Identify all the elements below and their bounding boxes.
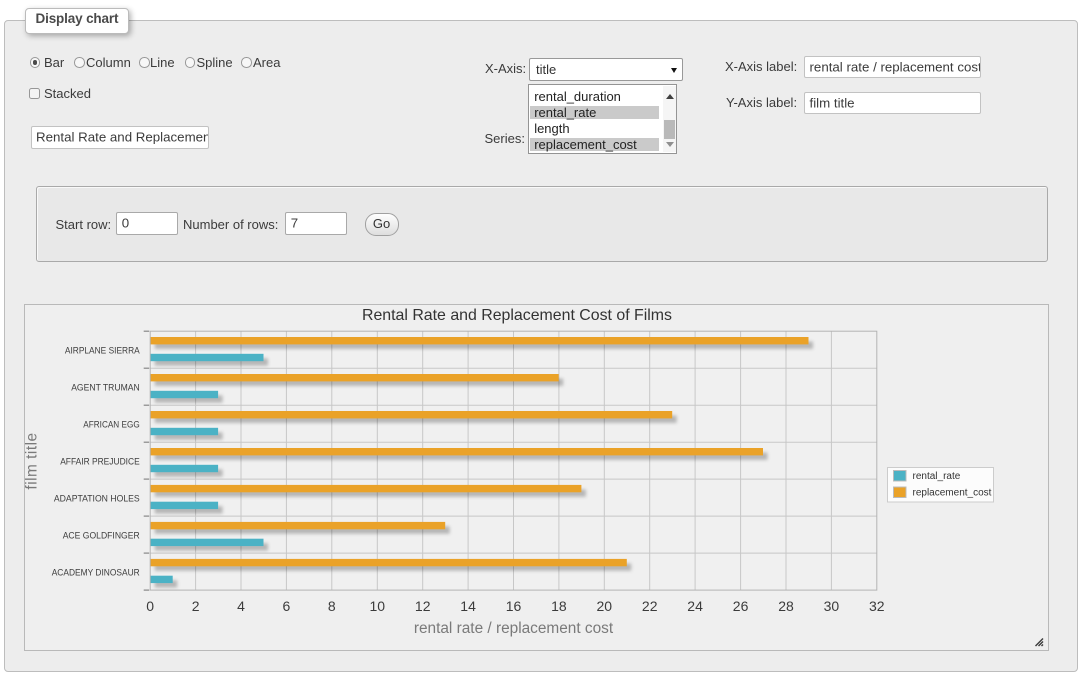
svg-text:AGENT TRUMAN: AGENT TRUMAN	[71, 383, 140, 394]
svg-text:18: 18	[551, 598, 567, 614]
svg-text:6: 6	[283, 598, 291, 614]
svg-text:film title: film title	[25, 432, 41, 489]
svg-text:ACADEMY DINOSAUR: ACADEMY DINOSAUR	[52, 567, 140, 578]
svg-text:10: 10	[370, 598, 386, 614]
svg-text:30: 30	[824, 598, 840, 614]
svg-text:AFFAIR PREJUDICE: AFFAIR PREJUDICE	[60, 456, 140, 467]
svg-text:24: 24	[687, 598, 703, 614]
svg-text:Rental Rate and Replacement Co: Rental Rate and Replacement Cost of Film…	[362, 307, 672, 324]
svg-text:8: 8	[328, 598, 336, 614]
svg-text:ADAPTATION HOLES: ADAPTATION HOLES	[54, 493, 140, 504]
svg-text:22: 22	[642, 598, 658, 614]
svg-text:replacement_cost: replacement_cost	[913, 488, 992, 499]
svg-text:AFRICAN EGG: AFRICAN EGG	[83, 420, 139, 431]
svg-text:28: 28	[778, 598, 794, 614]
svg-text:0: 0	[146, 598, 154, 614]
svg-text:20: 20	[597, 598, 613, 614]
svg-text:ACE GOLDFINGER: ACE GOLDFINGER	[63, 530, 140, 541]
svg-text:2: 2	[192, 598, 200, 614]
svg-text:rental_rate: rental_rate	[913, 471, 961, 482]
svg-text:4: 4	[237, 598, 245, 614]
svg-text:32: 32	[869, 598, 885, 614]
svg-text:AIRPLANE SIERRA: AIRPLANE SIERRA	[65, 346, 140, 357]
svg-text:16: 16	[506, 598, 522, 614]
svg-text:26: 26	[733, 598, 749, 614]
svg-text:rental rate / replacement cost: rental rate / replacement cost	[414, 620, 614, 637]
svg-text:12: 12	[415, 598, 431, 614]
svg-text:14: 14	[460, 598, 476, 614]
